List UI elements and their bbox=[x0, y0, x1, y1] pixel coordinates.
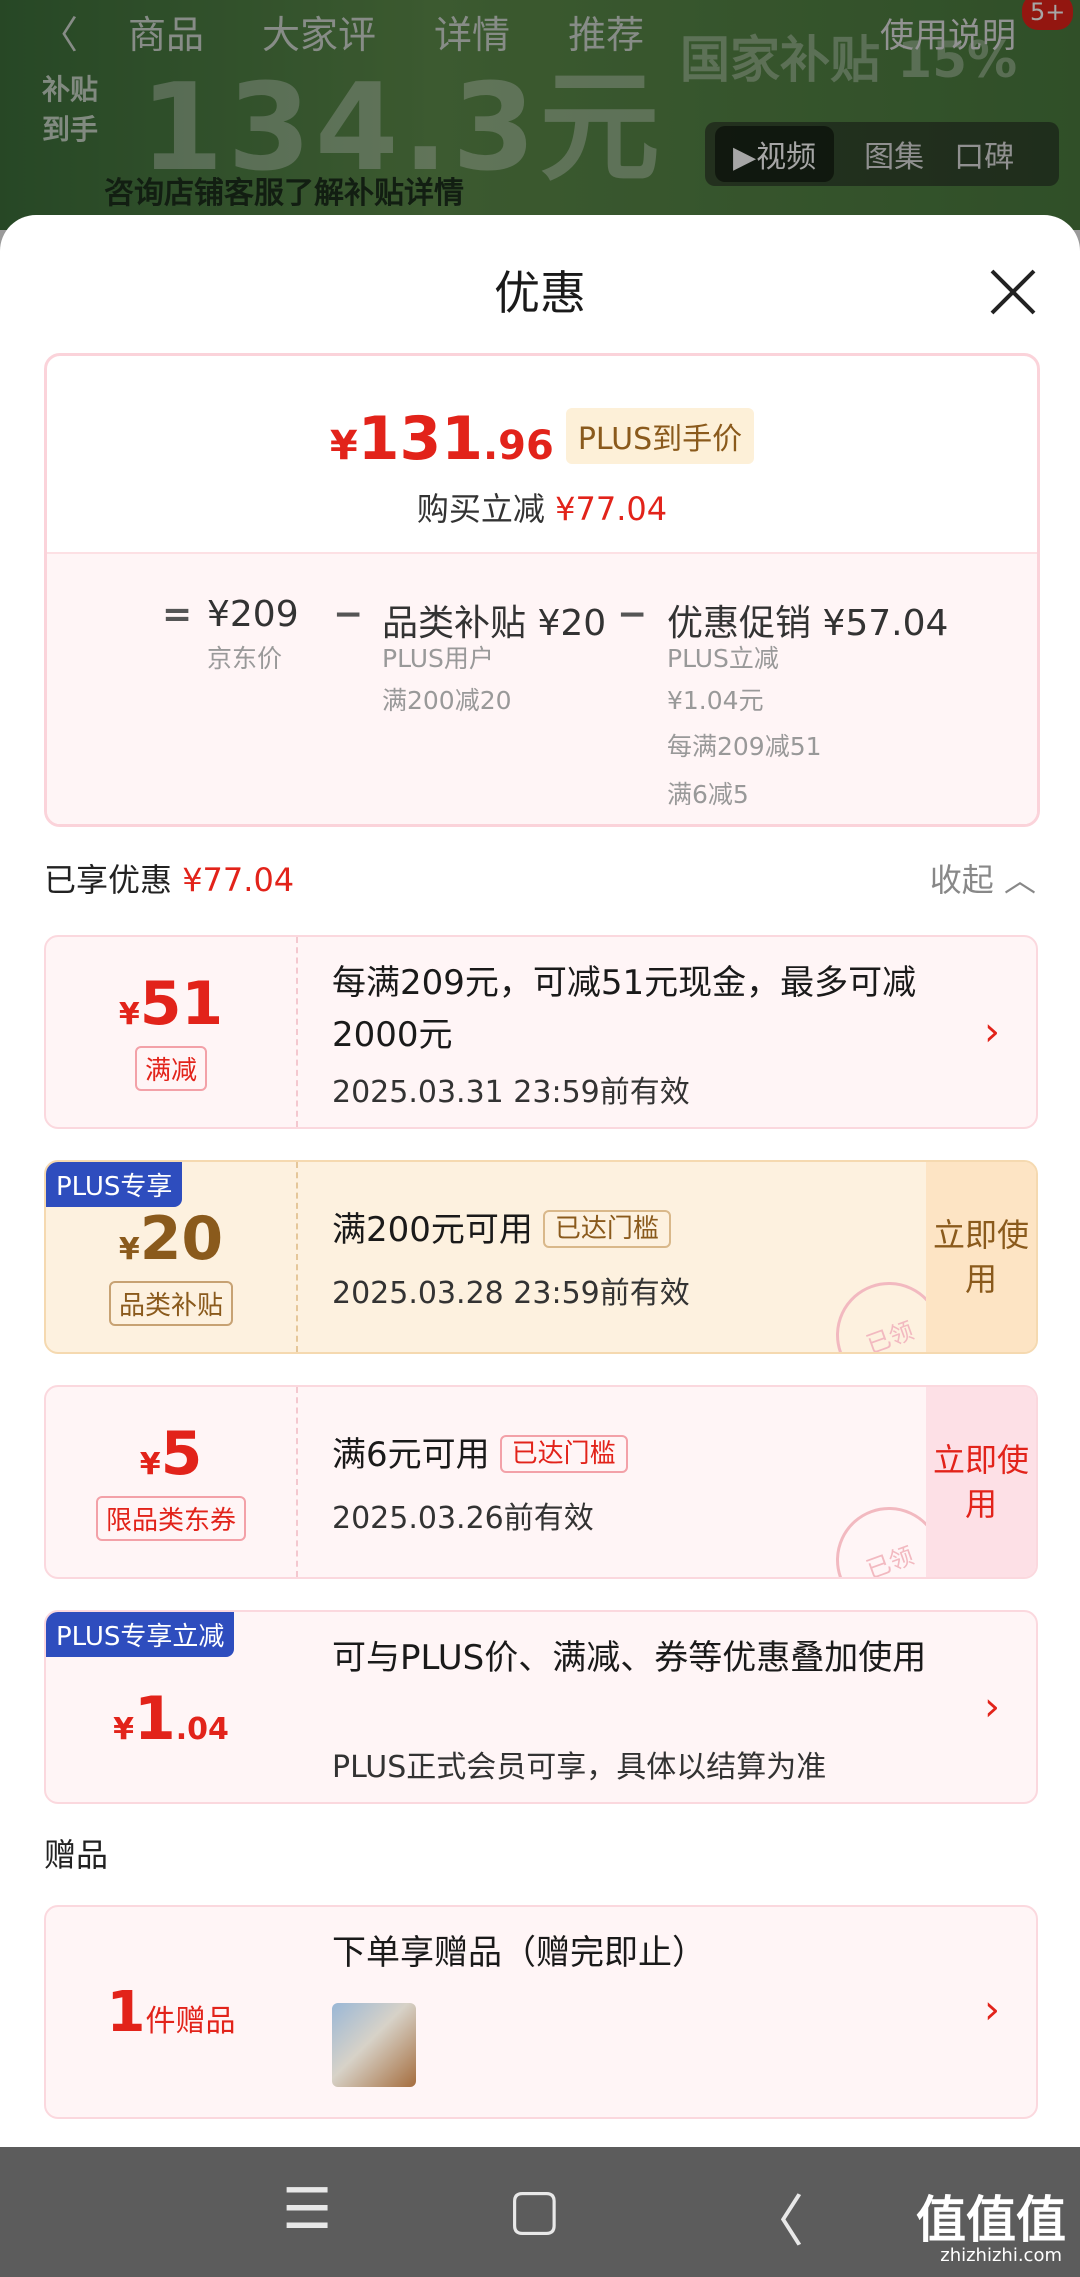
plus-price-tag: PLUS到手价 bbox=[565, 408, 755, 464]
coupon-full-reduction[interactable]: ¥51 满减 每满209元，可减51元现金，最多可减2000元 2025.03.… bbox=[44, 935, 1038, 1129]
chevron-right-icon: › bbox=[984, 1009, 1000, 1055]
home-icon[interactable]: ▢ bbox=[508, 2177, 561, 2242]
promo-sub4: 满6减5 bbox=[667, 780, 749, 809]
instant-discount-row: 购买立减 ¥77.04 bbox=[416, 490, 668, 528]
coupon-date: 2025.03.26前有效 bbox=[332, 1501, 594, 1536]
coupon-date: 2025.03.28 23:59前有效 bbox=[332, 1276, 690, 1311]
threshold-badge: 已达门槛 bbox=[542, 1210, 671, 1248]
promo-sub3: 每满209减51 bbox=[667, 732, 822, 761]
product-page-background: 134.3元 补贴到手 国家补贴 15% 〈 商品 大家评 详情 推荐 使用说明… bbox=[0, 0, 1080, 230]
coupon-amount: ¥20 bbox=[118, 1203, 224, 1274]
coupon-category-subsidy: PLUS专享 ¥20 品类补贴 满200元可用 已达门槛 2025.03.28 2… bbox=[44, 1160, 1038, 1354]
equals-sign: = bbox=[162, 594, 193, 635]
coupon-plus-instant[interactable]: PLUS专享立减 ¥1.04 可与PLUS价、满减、券等优惠叠加使用 PLUS正… bbox=[44, 1610, 1038, 1804]
watermark-logo: 值值值 bbox=[916, 2191, 1066, 2249]
collapse-button[interactable]: 收起 ︿ bbox=[930, 855, 1036, 901]
gift-thumbnail[interactable] bbox=[332, 2003, 416, 2087]
minus-sign: − bbox=[333, 594, 364, 635]
enjoyed-discount: 已享优惠 ¥77.04 bbox=[44, 861, 295, 899]
coupon-tag: 满减 bbox=[134, 1045, 207, 1091]
category-sub1: PLUS用户 bbox=[382, 644, 494, 673]
sheet-title: 优惠 bbox=[494, 266, 586, 320]
promo-sub2: ¥1.04元 bbox=[667, 686, 764, 715]
price-summary-card: ¥131.96 PLUS到手价 购买立减 ¥77.04 = ¥209 京东价 −… bbox=[44, 353, 1040, 827]
gift-section-label: 赠品 bbox=[44, 1836, 109, 1874]
coupon-date: 2025.03.31 23:59前有效 bbox=[332, 1075, 690, 1110]
overlay-shade[interactable] bbox=[0, 0, 1080, 230]
menu-icon[interactable]: ☰ bbox=[282, 2177, 332, 2242]
chevron-right-icon: › bbox=[984, 1987, 1000, 2033]
coupon-title: 每满209元，可减51元现金，最多可减2000元 bbox=[332, 963, 917, 1055]
gift-card[interactable]: 1件赠品 下单享赠品（赠完即止） › bbox=[44, 1905, 1038, 2119]
minus-sign: − bbox=[617, 594, 648, 635]
coupon-tag: 品类补贴 bbox=[108, 1280, 233, 1326]
use-now-button[interactable]: 立即使用 bbox=[926, 1387, 1036, 1577]
use-now-button[interactable]: 立即使用 bbox=[926, 1162, 1036, 1352]
promo-sub1: PLUS立减 bbox=[667, 644, 779, 673]
coupon-jd-voucher: ¥5 限品类东券 满6元可用 已达门槛 2025.03.26前有效 已领 立即使用 bbox=[44, 1385, 1038, 1579]
chevron-up-icon: ︿ bbox=[1003, 861, 1036, 899]
back-icon[interactable]: 〈 bbox=[748, 2177, 804, 2258]
coupon-date: PLUS正式会员可享，具体以结算为准 bbox=[332, 1750, 827, 1785]
coupon-title-row: 满6元可用 已达门槛 bbox=[332, 1429, 628, 1484]
coupon-title: 可与PLUS价、满减、券等优惠叠加使用 bbox=[332, 1638, 927, 1678]
final-price-row: ¥131.96 PLUS到手价 bbox=[47, 404, 1037, 474]
close-icon[interactable] bbox=[986, 265, 1040, 319]
gift-title: 下单享赠品（赠完即止） bbox=[332, 1933, 706, 1973]
final-price: ¥131.96 bbox=[329, 404, 554, 474]
gift-count: 1件赠品 bbox=[106, 1979, 236, 2045]
discount-sheet: 优惠 ¥131.96 PLUS到手价 购买立减 ¥77.04 = ¥209 京东… bbox=[0, 215, 1080, 2147]
watermark-url: zhizhizhi.com bbox=[940, 2245, 1062, 2266]
jd-price-label: 京东价 bbox=[207, 644, 283, 673]
coupon-title-row: 满200元可用 已达门槛 bbox=[332, 1204, 671, 1259]
coupon-amount: ¥51 bbox=[118, 968, 224, 1039]
category-sub2: 满200减20 bbox=[382, 686, 512, 715]
chevron-right-icon: › bbox=[984, 1684, 1000, 1730]
jd-price: ¥209 bbox=[207, 594, 299, 635]
coupon-tag: 限品类东券 bbox=[95, 1495, 246, 1541]
threshold-badge: 已达门槛 bbox=[499, 1435, 628, 1473]
coupon-amount: ¥1.04 bbox=[113, 1684, 229, 1754]
coupon-amount: ¥5 bbox=[139, 1418, 203, 1489]
